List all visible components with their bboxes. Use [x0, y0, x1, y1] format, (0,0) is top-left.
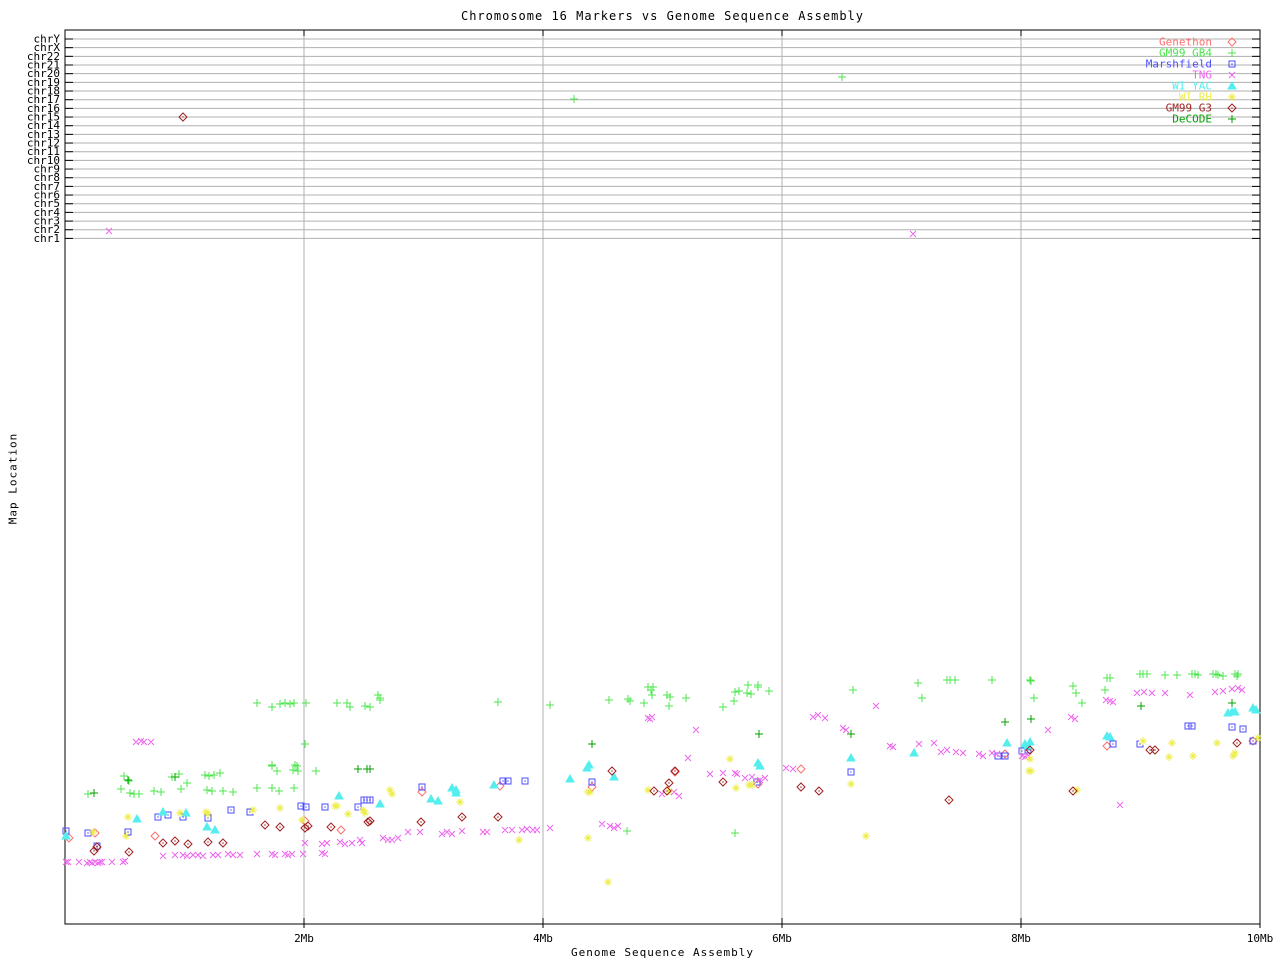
series-wi_yac — [62, 704, 1260, 839]
series-points-decode — [90, 699, 1236, 797]
series-points-wi_yac — [62, 704, 1260, 839]
legend-entry-marshfield: Marshfield — [1146, 58, 1235, 71]
legend: GenethonGM99 GB4MarshfieldTNGWI YACWI RH… — [1146, 36, 1236, 126]
series-points-wi_rh — [89, 734, 1262, 886]
x-axis-label: Genome Sequence Assembly — [65, 946, 1260, 959]
x-tick-label-8mb: 8Mb — [1011, 932, 1031, 945]
x-tick-label-4mb: 4Mb — [533, 932, 553, 945]
legend-marker-decode — [1228, 115, 1236, 123]
legend-entry-decode: DeCODE — [1172, 113, 1236, 126]
chart-canvas: Chromosome 16 Markers vs Genome Sequence… — [0, 0, 1280, 960]
legend-label-decode: DeCODE — [1172, 113, 1212, 126]
x-tick-label-2mb: 2Mb — [294, 932, 314, 945]
legend-marker-marshfield — [1229, 61, 1235, 67]
series-points-tng — [63, 228, 1245, 866]
y-tick-label-chr1: chr1 — [34, 232, 61, 245]
series-points-gm99_gb4 — [84, 73, 1242, 837]
series-points-gm99_g3 — [90, 113, 1241, 856]
series-gm99_gb4 — [84, 73, 1242, 837]
scatter-plot: chrYchrXchr22chr21chr20chr19chr18chr17ch… — [0, 0, 1280, 960]
legend-marker-gm99_gb4 — [1228, 49, 1236, 57]
legend-marker-tng — [1229, 72, 1235, 78]
series-tng — [63, 228, 1245, 866]
x-tick-label-10mb: 10Mb — [1247, 932, 1274, 945]
legend-marker-wi_yac — [1228, 82, 1236, 89]
series-wi_rh — [89, 734, 1262, 886]
series-gm99_g3 — [90, 113, 1241, 856]
y-axis-label: Map Location — [7, 414, 20, 544]
series-decode — [90, 699, 1236, 797]
x-tick-label-6mb: 6Mb — [772, 932, 792, 945]
